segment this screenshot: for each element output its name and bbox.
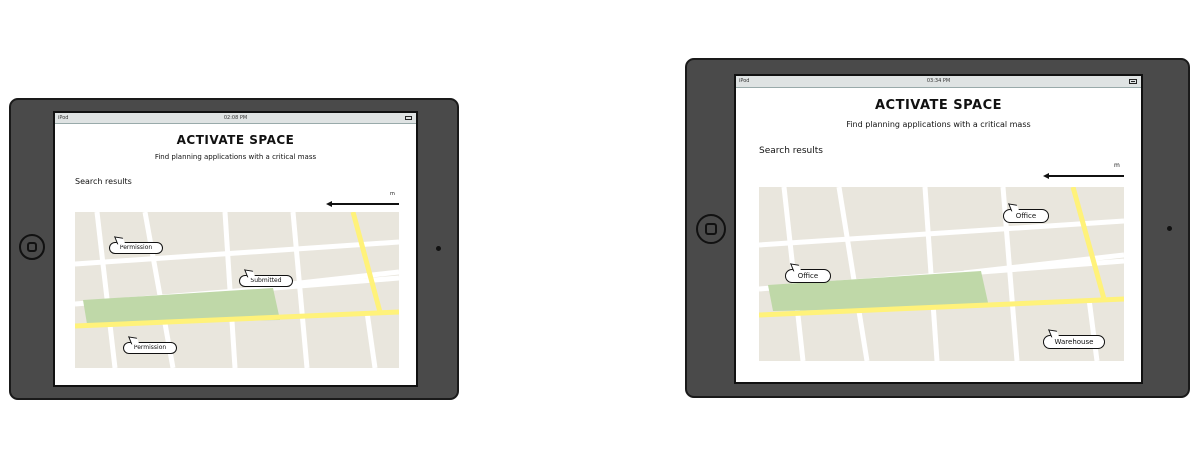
app-screen: iPod 03:34 PM ACTIVATE SPACE Find planni… (734, 74, 1143, 384)
carrier-label: iPod (58, 115, 69, 121)
map-marker-2[interactable]: Office (785, 269, 831, 283)
map-marker-3[interactable]: Warehouse (1043, 335, 1105, 349)
map-marker-3[interactable]: Permission (123, 342, 177, 354)
scale-unit-label: m (390, 191, 395, 197)
tablet-device-right: iPod 03:34 PM ACTIVATE SPACE Find planni… (685, 58, 1190, 398)
tablet-device-left: iPod 02:08 PM ACTIVATE SPACE Find planni… (9, 98, 459, 400)
status-bar: iPod 03:34 PM (736, 76, 1141, 88)
camera-dot (1167, 226, 1172, 231)
results-map[interactable]: Permission Submitted Permission (75, 212, 399, 368)
map-marker-1[interactable]: Office (1003, 209, 1049, 223)
map-scale-bar (329, 203, 399, 205)
search-results-heading: Search results (75, 177, 132, 186)
scale-arrow-icon (326, 201, 332, 207)
battery-icon (405, 116, 412, 120)
app-screen: iPod 02:08 PM ACTIVATE SPACE Find planni… (53, 111, 418, 387)
status-bar: iPod 02:08 PM (55, 113, 416, 124)
home-button[interactable] (19, 234, 45, 260)
scale-arrow-icon (1043, 173, 1049, 179)
status-time: 03:34 PM (926, 78, 951, 84)
camera-dot (436, 246, 441, 251)
carrier-label: iPod (739, 78, 750, 84)
search-results-heading: Search results (759, 146, 823, 156)
page-title: ACTIVATE SPACE (875, 98, 1002, 113)
page-title: ACTIVATE SPACE (176, 133, 295, 147)
page-subtitle: Find planning applications with a critic… (154, 153, 317, 161)
map-marker-2[interactable]: Submitted (239, 275, 293, 287)
status-time: 02:08 PM (223, 115, 248, 121)
map-marker-1[interactable]: Permission (109, 242, 163, 254)
page-subtitle: Find planning applications with a critic… (846, 120, 1031, 129)
results-map[interactable]: Office Office Warehouse (759, 187, 1124, 361)
scale-unit-label: m (1114, 162, 1120, 169)
map-scale-bar (1046, 175, 1124, 177)
battery-icon (1129, 79, 1137, 84)
home-button[interactable] (696, 214, 726, 244)
